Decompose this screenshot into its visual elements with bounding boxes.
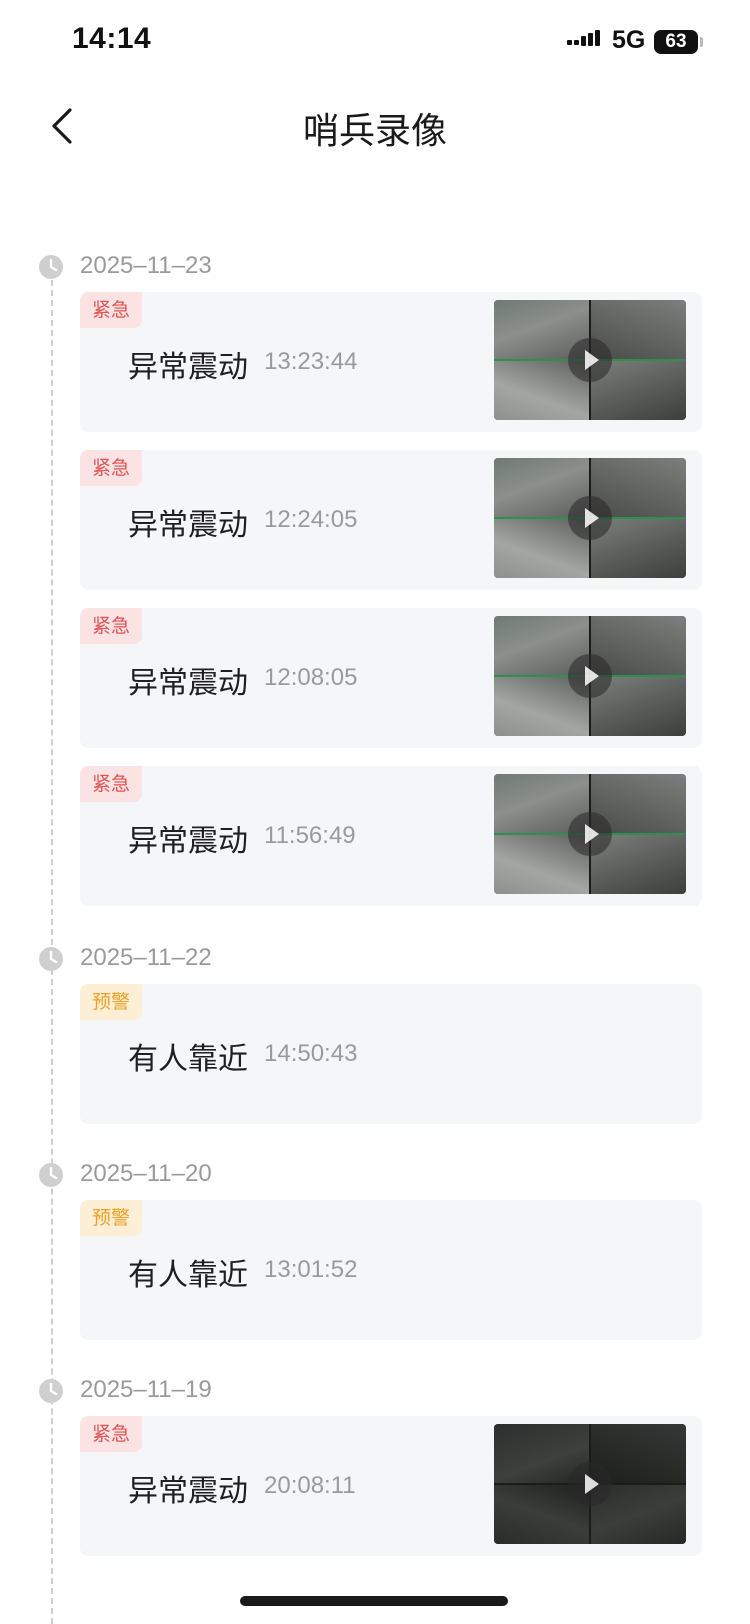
play-icon[interactable]: [568, 1462, 612, 1506]
event-time: 13:01:52: [264, 1256, 358, 1283]
event-card[interactable]: 紧急异常震动 11:56:49: [80, 766, 702, 906]
event-title: 有人靠近: [128, 1258, 248, 1293]
event-time: 20:08:11: [264, 1472, 356, 1499]
urgent-tag: 紧急: [80, 766, 143, 802]
event-title: 异常震动: [128, 824, 248, 859]
play-icon[interactable]: [568, 654, 612, 698]
urgent-tag: 紧急: [80, 450, 143, 486]
event-card[interactable]: 预警有人靠近 14:50:43: [80, 984, 702, 1124]
video-thumbnail[interactable]: [494, 616, 686, 736]
status-time: 14:14: [72, 22, 152, 55]
event-title: 异常震动: [128, 666, 248, 701]
event-title: 有人靠近: [128, 1042, 248, 1077]
event-time: 11:56:49: [264, 822, 356, 849]
timeline-date: 2025–11–22: [80, 944, 212, 971]
event-title: 异常震动: [128, 350, 248, 385]
clock-icon: [38, 254, 64, 280]
clock-icon: [38, 946, 64, 972]
clock-icon: [38, 1162, 64, 1188]
timeline-date: 2025–11–23: [80, 252, 212, 279]
event-time: 14:50:43: [264, 1040, 358, 1067]
video-thumbnail[interactable]: [494, 1424, 686, 1544]
battery-icon: 63: [654, 30, 698, 54]
status-bar: 14:14 5G 63: [0, 0, 750, 84]
urgent-tag: 紧急: [80, 608, 143, 644]
event-card[interactable]: 预警有人靠近 13:01:52: [80, 1200, 702, 1340]
urgent-tag: 紧急: [80, 292, 143, 328]
play-icon[interactable]: [568, 496, 612, 540]
event-card[interactable]: 紧急异常震动 20:08:11: [80, 1416, 702, 1556]
event-time: 12:08:05: [264, 664, 358, 691]
page-title: 哨兵录像: [302, 111, 447, 152]
urgent-tag: 紧急: [80, 1416, 143, 1452]
timeline-date: 2025–11–20: [80, 1160, 212, 1187]
timeline-date: 2025–11–19: [80, 1376, 212, 1403]
battery-tip: [700, 37, 703, 47]
event-title: 异常震动: [128, 508, 248, 543]
video-thumbnail[interactable]: [494, 774, 686, 894]
play-icon[interactable]: [568, 812, 612, 856]
network-label: 5G: [612, 26, 646, 54]
event-title: 异常震动: [128, 1474, 248, 1509]
clock-icon: [38, 1378, 64, 1404]
event-time: 13:23:44: [264, 348, 358, 375]
event-card[interactable]: 紧急异常震动 13:23:44: [80, 292, 702, 432]
warning-tag: 预警: [80, 984, 143, 1020]
home-indicator: [240, 1596, 508, 1606]
signal-icon: [567, 30, 600, 46]
event-card[interactable]: 紧急异常震动 12:08:05: [80, 608, 702, 748]
event-card[interactable]: 紧急异常震动 12:24:05: [80, 450, 702, 590]
video-thumbnail[interactable]: [494, 300, 686, 420]
play-icon[interactable]: [568, 338, 612, 382]
event-time: 12:24:05: [264, 506, 358, 533]
warning-tag: 预警: [80, 1200, 143, 1236]
video-thumbnail[interactable]: [494, 458, 686, 578]
